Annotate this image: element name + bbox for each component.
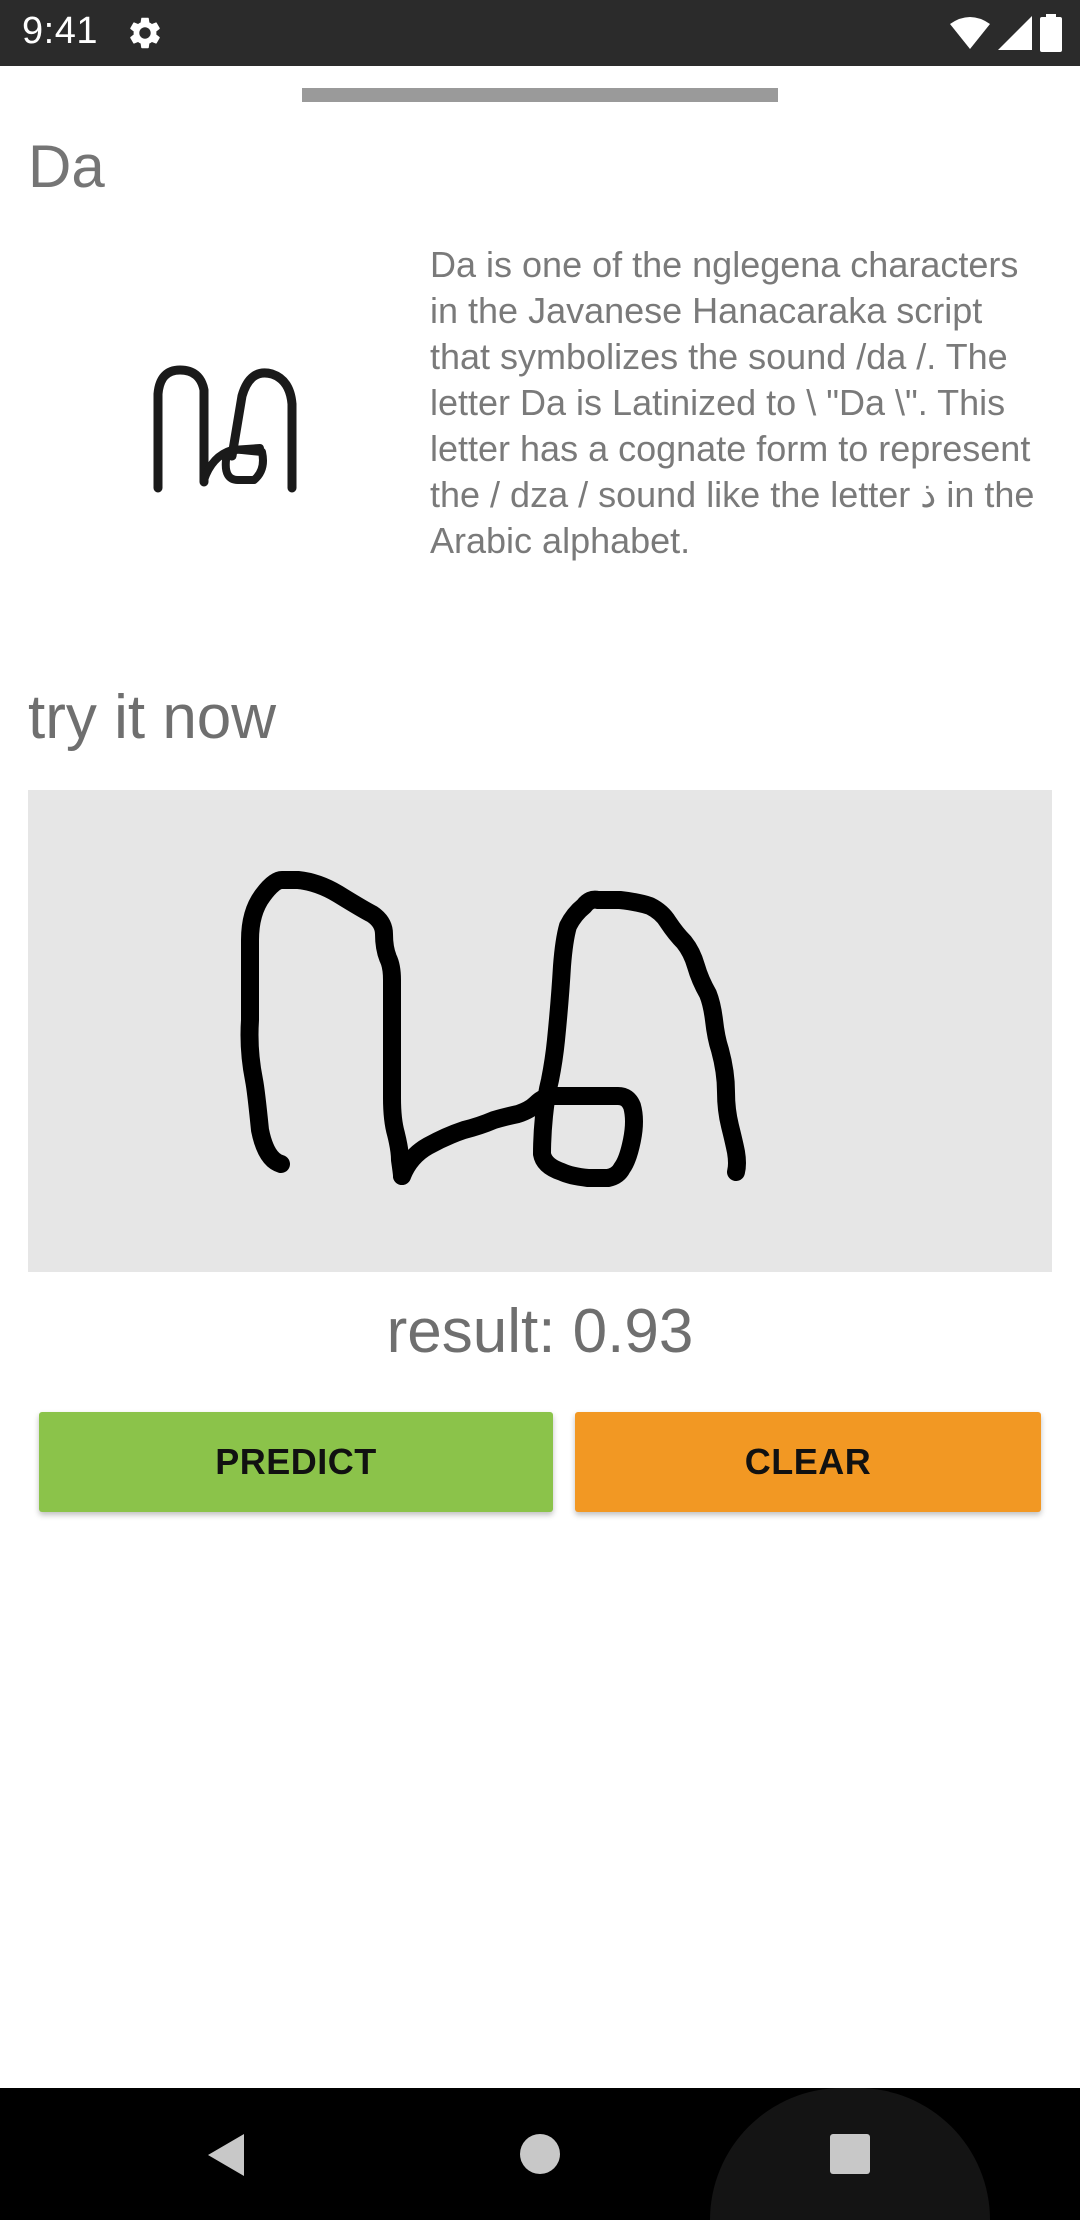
cellular-signal-icon [998,16,1032,50]
battery-icon [1040,14,1062,52]
status-bar: 9:41 [0,0,1080,66]
navigation-bar [0,2088,1080,2220]
handwritten-stroke [240,871,746,1187]
status-time: 9:41 [22,10,98,52]
javanese-da-glyph [153,365,297,493]
status-icons [950,14,1062,52]
clear-button[interactable]: CLEAR [575,1412,1041,1512]
app-screen: 9:41 Da Da is one of the nglegena charac… [0,0,1080,2220]
back-icon[interactable] [204,2132,250,2178]
recents-icon[interactable] [830,2134,870,2174]
drag-handle[interactable] [302,88,778,102]
gear-icon [130,17,160,49]
wifi-icon [950,17,990,49]
character-description: Da is one of the nglegena characters in … [430,244,1035,561]
character-title: Da [28,133,105,200]
try-it-now-heading: try it now [28,683,277,752]
predict-button[interactable]: PREDICT [39,1412,553,1512]
home-icon[interactable] [520,2134,560,2174]
drawing-canvas[interactable] [28,790,1052,1272]
result-text: result: 0.93 [386,1297,694,1366]
